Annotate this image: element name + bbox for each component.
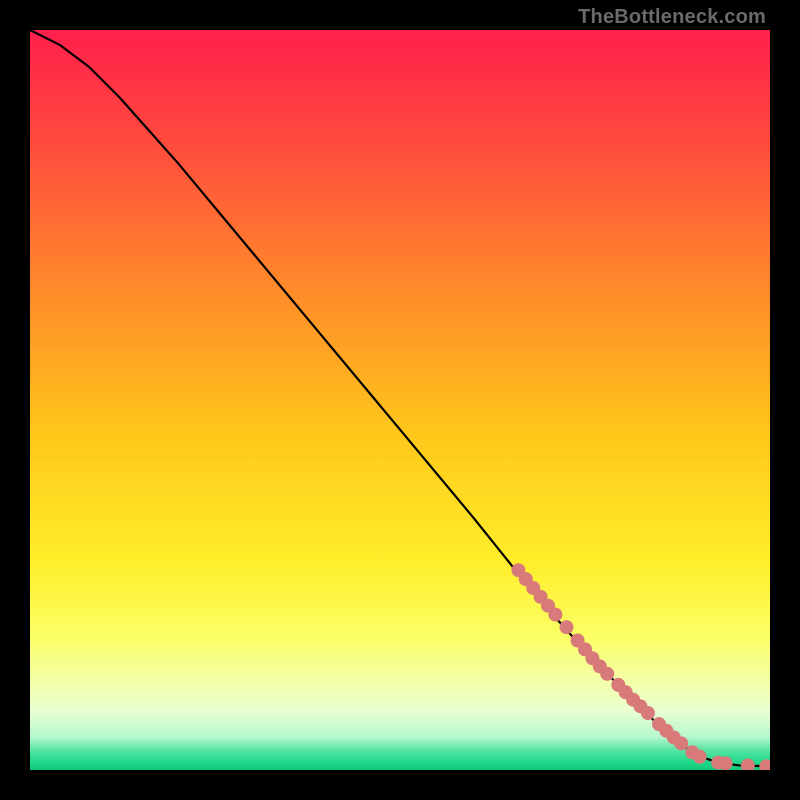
watermark-text: TheBottleneck.com: [578, 6, 766, 29]
curve-marker: [560, 620, 574, 634]
chart-stage: TheBottleneck.com: [0, 0, 800, 800]
curve-layer: [30, 30, 770, 770]
curve-marker: [600, 667, 614, 681]
curve-marker: [674, 736, 688, 750]
curve-markers: [511, 563, 770, 770]
curve-marker: [741, 759, 755, 770]
curve-marker: [719, 756, 733, 770]
curve-marker: [641, 706, 655, 720]
curve-marker: [548, 608, 562, 622]
plot-area: [30, 30, 770, 770]
curve-marker: [759, 759, 770, 770]
curve-marker: [693, 750, 707, 764]
curve-line: [30, 30, 770, 766]
